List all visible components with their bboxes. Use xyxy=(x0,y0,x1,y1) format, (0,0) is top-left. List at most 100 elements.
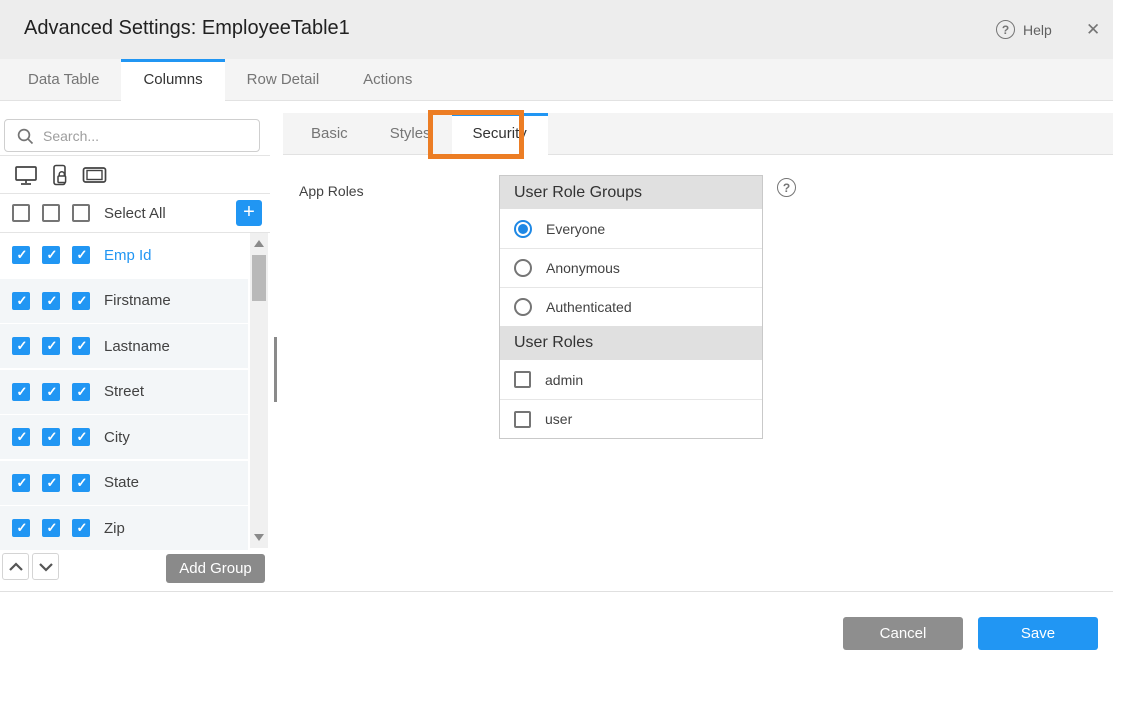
column-row-street[interactable]: Street xyxy=(0,370,248,414)
advanced-settings-dialog: Advanced Settings: EmployeeTable1 ? Help… xyxy=(0,0,1113,717)
scroll-down-icon[interactable] xyxy=(254,534,264,541)
help-button[interactable]: ? Help xyxy=(996,20,1052,39)
option-label: Anonymous xyxy=(546,260,620,276)
sidebar-footer: Add Group xyxy=(0,551,270,591)
option-label: admin xyxy=(545,372,583,388)
column-checkbox-tablet[interactable] xyxy=(72,337,90,355)
columns-sidebar: Select All + Emp Id Firstname Lastname xyxy=(0,113,270,591)
splitter-drag-handle[interactable] xyxy=(274,337,277,402)
search-input[interactable] xyxy=(41,121,251,150)
column-checkbox-desktop[interactable] xyxy=(12,383,30,401)
column-label: Street xyxy=(104,383,144,400)
column-label: Firstname xyxy=(104,292,171,309)
chevron-down-icon xyxy=(38,562,54,572)
column-row-emp-id[interactable]: Emp Id xyxy=(0,233,248,277)
user-role-groups-header: User Role Groups xyxy=(500,176,762,209)
desktop-icon[interactable] xyxy=(13,163,39,187)
column-checkbox-tablet[interactable] xyxy=(72,383,90,401)
app-roles-panel: User Role Groups Everyone Anonymous Auth… xyxy=(499,175,763,439)
save-button[interactable]: Save xyxy=(978,617,1098,650)
help-label: Help xyxy=(1023,22,1052,38)
role-group-option-authenticated[interactable]: Authenticated xyxy=(500,287,762,326)
sidebar-scrollbar[interactable] xyxy=(250,233,268,548)
app-roles-label: App Roles xyxy=(299,183,364,199)
checkbox-admin[interactable] xyxy=(514,371,531,388)
chevron-up-icon xyxy=(8,562,24,572)
option-label: user xyxy=(545,411,572,427)
column-checkbox-phone[interactable] xyxy=(42,519,60,537)
column-checkbox-tablet[interactable] xyxy=(72,246,90,264)
column-row-zip[interactable]: Zip xyxy=(0,506,248,550)
tab-columns[interactable]: Columns xyxy=(121,59,224,102)
column-row-firstname[interactable]: Firstname xyxy=(0,279,248,323)
move-down-button[interactable] xyxy=(32,553,59,580)
column-checkbox-phone[interactable] xyxy=(42,246,60,264)
close-icon[interactable]: ✕ xyxy=(1082,18,1104,42)
option-label: Everyone xyxy=(546,221,605,237)
add-column-button[interactable]: + xyxy=(236,200,262,226)
column-row-city[interactable]: City xyxy=(0,415,248,459)
user-role-option-admin[interactable]: admin xyxy=(500,360,762,399)
role-group-option-anonymous[interactable]: Anonymous xyxy=(500,248,762,287)
column-checkbox-desktop[interactable] xyxy=(12,337,30,355)
select-all-checkbox-phone[interactable] xyxy=(42,204,60,222)
column-checkbox-phone[interactable] xyxy=(42,337,60,355)
move-up-button[interactable] xyxy=(2,553,29,580)
column-row-state[interactable]: State xyxy=(0,461,248,505)
column-checkbox-phone[interactable] xyxy=(42,292,60,310)
column-checkbox-phone[interactable] xyxy=(42,428,60,446)
column-label: City xyxy=(104,429,130,446)
radio-authenticated[interactable] xyxy=(514,298,532,316)
scroll-up-icon[interactable] xyxy=(254,240,264,247)
tab-security[interactable]: Security xyxy=(452,113,548,156)
app-roles-help-button[interactable]: ? xyxy=(777,178,796,197)
footer-divider xyxy=(0,591,1113,592)
device-toggle-row xyxy=(0,156,270,193)
tab-row-detail[interactable]: Row Detail xyxy=(225,59,342,100)
dialog-title: Advanced Settings: EmployeeTable1 xyxy=(24,17,350,40)
search-icon xyxy=(16,127,35,146)
column-checkbox-phone[interactable] xyxy=(42,474,60,492)
column-checkbox-desktop[interactable] xyxy=(12,519,30,537)
help-icon: ? xyxy=(996,20,1015,39)
option-label: Authenticated xyxy=(546,299,632,315)
tab-basic[interactable]: Basic xyxy=(290,113,369,154)
detail-tab-bar: Basic Styles Security xyxy=(283,113,1113,155)
search-box xyxy=(4,119,260,152)
select-all-row: Select All + xyxy=(0,194,270,232)
role-group-option-everyone[interactable]: Everyone xyxy=(500,209,762,248)
radio-anonymous[interactable] xyxy=(514,259,532,277)
column-checkbox-desktop[interactable] xyxy=(12,428,30,446)
tab-data-table[interactable]: Data Table xyxy=(6,59,121,100)
column-checkbox-desktop[interactable] xyxy=(12,474,30,492)
column-list: Emp Id Firstname Lastname Street xyxy=(0,233,248,552)
radio-everyone[interactable] xyxy=(514,220,532,238)
column-checkbox-tablet[interactable] xyxy=(72,292,90,310)
column-checkbox-tablet[interactable] xyxy=(72,428,90,446)
add-group-button[interactable]: Add Group xyxy=(166,554,265,583)
column-checkbox-desktop[interactable] xyxy=(12,292,30,310)
select-all-checkbox-tablet[interactable] xyxy=(72,204,90,222)
user-roles-header: User Roles xyxy=(500,326,762,360)
column-label: Zip xyxy=(104,520,125,537)
cancel-button[interactable]: Cancel xyxy=(843,617,963,650)
help-icon: ? xyxy=(777,178,796,197)
select-all-checkbox-desktop[interactable] xyxy=(12,204,30,222)
tab-actions[interactable]: Actions xyxy=(341,59,434,100)
column-checkbox-tablet[interactable] xyxy=(72,519,90,537)
main-tab-bar: Data Table Columns Row Detail Actions xyxy=(0,59,1113,101)
checkbox-user[interactable] xyxy=(514,411,531,428)
column-label: Emp Id xyxy=(104,247,152,264)
phone-lock-icon[interactable] xyxy=(48,163,72,187)
scrollbar-thumb[interactable] xyxy=(252,255,266,301)
select-all-label: Select All xyxy=(104,205,166,222)
tablet-icon[interactable] xyxy=(81,163,108,187)
column-label: Lastname xyxy=(104,338,170,355)
user-role-option-user[interactable]: user xyxy=(500,399,762,438)
column-checkbox-tablet[interactable] xyxy=(72,474,90,492)
column-label: State xyxy=(104,474,139,491)
tab-styles[interactable]: Styles xyxy=(369,113,452,154)
column-checkbox-phone[interactable] xyxy=(42,383,60,401)
column-checkbox-desktop[interactable] xyxy=(12,246,30,264)
column-row-lastname[interactable]: Lastname xyxy=(0,324,248,368)
